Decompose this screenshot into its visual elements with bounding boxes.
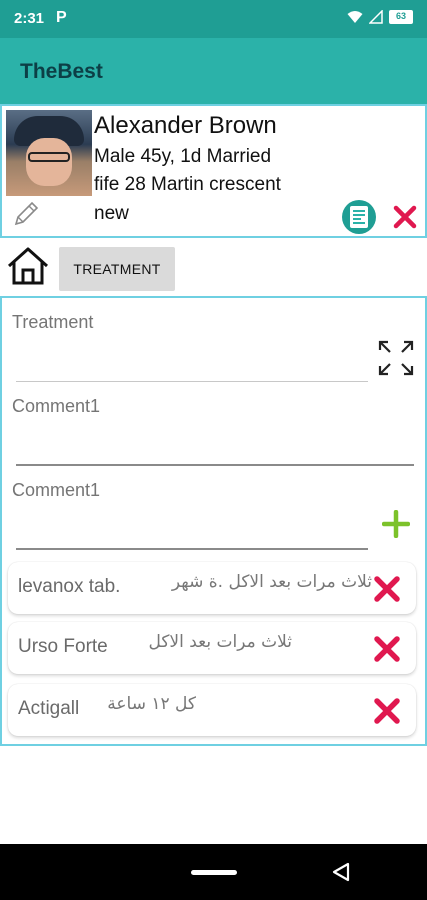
patient-card: Alexander Brown Male 45y, 1d Married fif… [0,104,427,238]
comment1-input[interactable] [16,426,414,466]
patient-avatar [6,110,92,196]
close-icon[interactable] [392,204,418,230]
comment2-input[interactable] [16,510,368,550]
medication-row[interactable]: Urso Forte ثلاث مرات بعد الاكل [8,622,416,674]
status-icons: 63 [347,10,413,24]
system-nav-bar [0,844,427,900]
medication-note: ثلاث مرات بعد الاكل [148,632,292,652]
home-icon[interactable] [6,246,50,286]
plus-icon[interactable] [382,510,410,538]
medication-name: Urso Forte [18,636,108,657]
app-title: TheBest [20,60,103,83]
comment1-label: Comment1 [12,396,101,416]
status-time: 2:31 [14,10,45,27]
battery-icon: 63 [389,10,413,24]
treatment-input[interactable] [16,342,368,382]
patient-name: Alexander Brown [94,112,277,139]
medication-row[interactable]: Actigall كل ١٢ ساعة [8,684,416,736]
app-bar: TheBest [0,38,427,104]
delete-icon[interactable] [372,574,402,604]
pencil-icon[interactable] [10,198,42,230]
treatment-panel: Treatment Comment1 Comment1 levanox tab.… [0,296,427,746]
medication-note: ثلاث مرات بعد الاكل .ة شهر [171,572,372,592]
tab-treatment[interactable]: TREATMENT [59,247,175,291]
patient-status: new [94,203,129,224]
status-bar: 2:31 P 63 [0,0,427,38]
document-icon[interactable] [342,200,376,234]
comment2-label: Comment1 [12,480,101,500]
patient-demographics: Male 45y, 1d Married [94,146,272,167]
medication-name: Actigall [18,698,80,719]
home-gesture-pill[interactable] [191,870,237,875]
patient-address: fife 28 Martin crescent [94,174,281,195]
parking-notification-icon: P [56,9,67,26]
treatment-label: Treatment [12,312,94,332]
wifi-icon [347,11,363,23]
medication-note: كل ١٢ ساعة [107,694,196,714]
expand-icon[interactable] [376,338,416,378]
medication-name: levanox tab. [18,576,121,597]
back-icon[interactable] [330,861,352,883]
signal-icon [369,10,383,24]
delete-icon[interactable] [372,696,402,726]
delete-icon[interactable] [372,634,402,664]
medication-row[interactable]: levanox tab. ثلاث مرات بعد الاكل .ة شهر [8,562,416,614]
